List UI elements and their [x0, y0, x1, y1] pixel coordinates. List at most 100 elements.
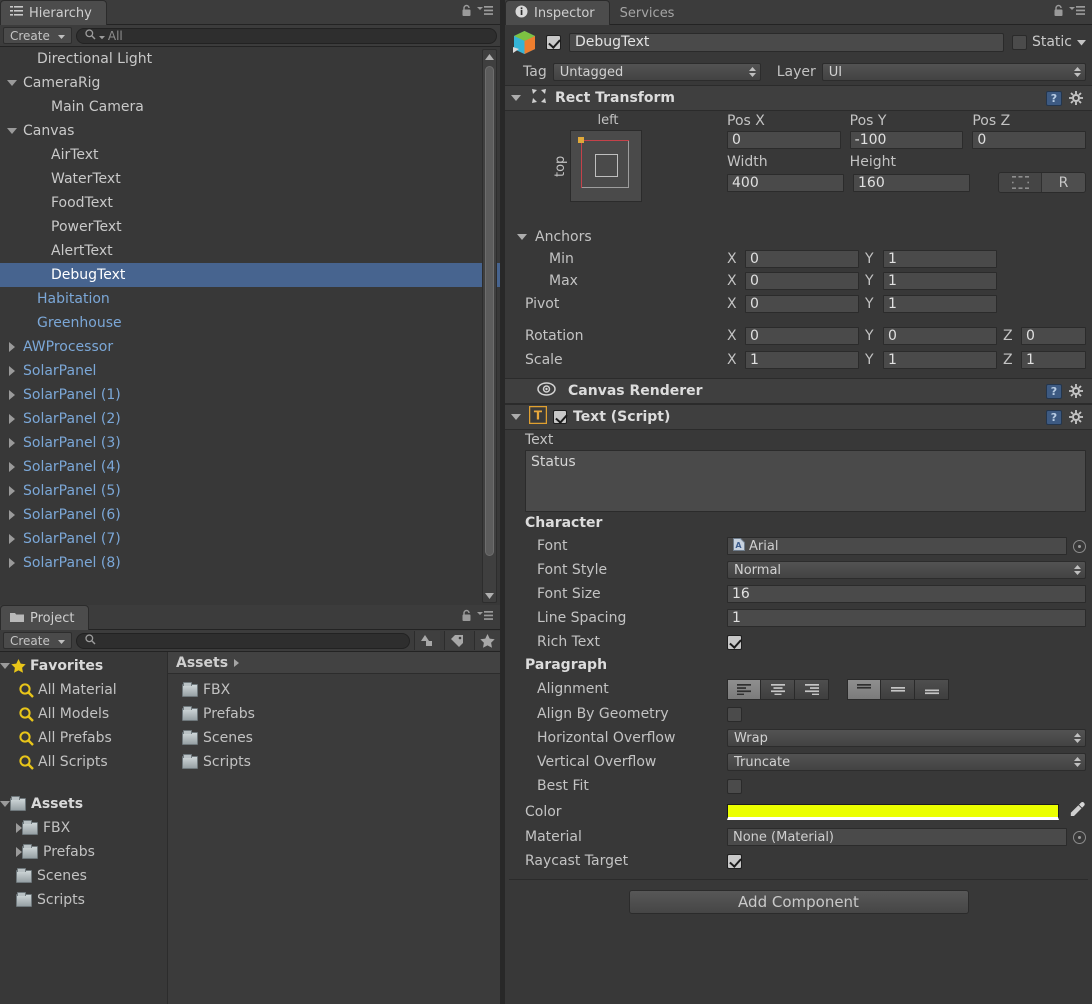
material-object-picker-icon[interactable] [1073, 831, 1086, 844]
anchors-foldout[interactable] [515, 234, 529, 240]
project-create-button[interactable]: Create [3, 632, 72, 649]
lock-icon[interactable] [461, 4, 472, 21]
font-style-dropdown[interactable]: Normal [727, 561, 1086, 579]
scale-y-input[interactable]: 1 [883, 351, 997, 369]
help-icon[interactable]: ? [1046, 410, 1062, 425]
project-favorite-item[interactable]: All Material [0, 678, 167, 702]
hierarchy-item[interactable]: SolarPanel (6) [0, 503, 500, 527]
hierarchy-item[interactable]: SolarPanel (2) [0, 407, 500, 431]
project-favorite-item[interactable]: All Models [0, 702, 167, 726]
hierarchy-item[interactable]: Habitation [0, 287, 500, 311]
hierarchy-item[interactable]: FoodText [0, 191, 500, 215]
hierarchy-item[interactable]: SolarPanel (5) [0, 479, 500, 503]
project-content-item[interactable]: FBX [168, 678, 500, 702]
project-tree[interactable]: FavoritesAll MaterialAll ModelsAll Prefa… [0, 652, 168, 1004]
line-spacing-input[interactable]: 1 [727, 609, 1086, 627]
text-field-input[interactable]: Status [525, 450, 1086, 512]
text-component-enabled-checkbox[interactable] [553, 410, 567, 424]
breadcrumb[interactable]: Assets [168, 652, 500, 674]
hierarchy-item[interactable]: AWProcessor [0, 335, 500, 359]
project-assets-root[interactable]: Assets [0, 792, 167, 816]
font-object-field[interactable]: A Arial [727, 537, 1067, 555]
project-content-item[interactable]: Scripts [168, 750, 500, 774]
scale-z-input[interactable]: 1 [1021, 351, 1086, 369]
pivot-y-input[interactable]: 1 [883, 295, 997, 313]
twirl-down-icon[interactable] [0, 801, 10, 807]
align-middle-button[interactable] [881, 679, 915, 700]
pivot-x-input[interactable]: 0 [745, 295, 859, 313]
favorites-filter-icon[interactable] [474, 631, 500, 650]
layer-dropdown[interactable]: UI [822, 63, 1086, 81]
hierarchy-item[interactable]: SolarPanel (3) [0, 431, 500, 455]
twirl-right-icon[interactable] [4, 462, 20, 472]
twirl-right-icon[interactable] [4, 390, 20, 400]
hierarchy-item[interactable]: WaterText [0, 167, 500, 191]
align-by-geometry-checkbox[interactable] [727, 707, 742, 722]
canvas-renderer-header[interactable]: Canvas Renderer ? [505, 378, 1092, 404]
twirl-right-icon[interactable] [4, 486, 20, 496]
vertical-overflow-dropdown[interactable]: Truncate [727, 753, 1086, 771]
hierarchy-item[interactable]: SolarPanel (1) [0, 383, 500, 407]
project-favorite-item[interactable]: All Prefabs [0, 726, 167, 750]
align-center-button[interactable] [761, 679, 795, 700]
align-top-button[interactable] [847, 679, 881, 700]
anchor-preset-widget[interactable]: left top [553, 113, 663, 202]
anchor-min-y-input[interactable]: 1 [883, 250, 997, 268]
hierarchy-item[interactable]: AlertText [0, 239, 500, 263]
project-favorites-root[interactable]: Favorites [0, 654, 167, 678]
panel-menu-icon[interactable] [477, 5, 493, 20]
hierarchy-create-button[interactable]: Create [3, 27, 72, 44]
twirl-down-icon[interactable] [4, 128, 20, 134]
hierarchy-scrollbar[interactable] [482, 49, 497, 603]
hierarchy-item[interactable]: Greenhouse [0, 311, 500, 335]
scale-x-input[interactable]: 1 [745, 351, 859, 369]
eyedropper-icon[interactable] [1069, 801, 1086, 822]
scroll-down-icon[interactable] [483, 589, 496, 602]
color-swatch[interactable] [727, 804, 1059, 820]
rect-transform-foldout[interactable] [509, 95, 523, 101]
filter-by-type-icon[interactable] [414, 631, 440, 650]
static-toggle[interactable]: Static [1012, 34, 1086, 50]
hierarchy-item[interactable]: CameraRig [0, 71, 500, 95]
hierarchy-item[interactable]: SolarPanel (8) [0, 551, 500, 575]
anchor-min-x-input[interactable]: 0 [745, 250, 859, 268]
rotation-z-input[interactable]: 0 [1021, 327, 1086, 345]
rect-transform-header[interactable]: Rect Transform ? [505, 85, 1092, 111]
scroll-up-icon[interactable] [483, 50, 496, 63]
help-icon[interactable]: ? [1046, 384, 1062, 399]
align-bottom-button[interactable] [915, 679, 949, 700]
anchor-max-x-input[interactable]: 0 [745, 272, 859, 290]
project-tree-item[interactable]: Scenes [0, 864, 167, 888]
hierarchy-item[interactable]: Main Camera [0, 95, 500, 119]
twirl-right-icon[interactable] [4, 558, 20, 568]
panel-menu-icon[interactable] [1069, 5, 1085, 20]
pos-y-input[interactable]: -100 [850, 131, 964, 149]
hierarchy-search-input[interactable]: All [76, 28, 497, 44]
hierarchy-item[interactable]: Canvas [0, 119, 500, 143]
rotation-y-input[interactable]: 0 [883, 327, 997, 345]
font-object-picker-icon[interactable] [1073, 540, 1086, 553]
project-tree-item[interactable]: Scripts [0, 888, 167, 912]
hierarchy-scroll-thumb[interactable] [485, 66, 494, 556]
horizontal-overflow-dropdown[interactable]: Wrap [727, 729, 1086, 747]
align-right-button[interactable] [795, 679, 829, 700]
hierarchy-item[interactable]: PowerText [0, 215, 500, 239]
height-input[interactable]: 160 [853, 174, 970, 192]
tag-dropdown[interactable]: Untagged [553, 63, 761, 81]
twirl-down-icon[interactable] [0, 663, 10, 669]
material-object-field[interactable]: None (Material) [727, 828, 1067, 846]
gear-icon[interactable] [1069, 91, 1084, 106]
twirl-right-icon[interactable] [4, 510, 20, 520]
project-content-item[interactable]: Scenes [168, 726, 500, 750]
twirl-right-icon[interactable] [4, 534, 20, 544]
chevron-down-icon[interactable] [1077, 34, 1086, 50]
twirl-right-icon[interactable] [4, 414, 20, 424]
project-content[interactable]: Assets FBXPrefabsScenesScripts [168, 652, 500, 1004]
gear-icon[interactable] [1069, 384, 1084, 399]
project-favorite-item[interactable]: All Scripts [0, 750, 167, 774]
twirl-right-icon[interactable] [4, 342, 20, 352]
panel-menu-icon[interactable] [477, 610, 493, 625]
lock-icon[interactable] [461, 609, 472, 626]
hierarchy-item[interactable]: SolarPanel [0, 359, 500, 383]
tab-services[interactable]: Services [610, 0, 690, 25]
